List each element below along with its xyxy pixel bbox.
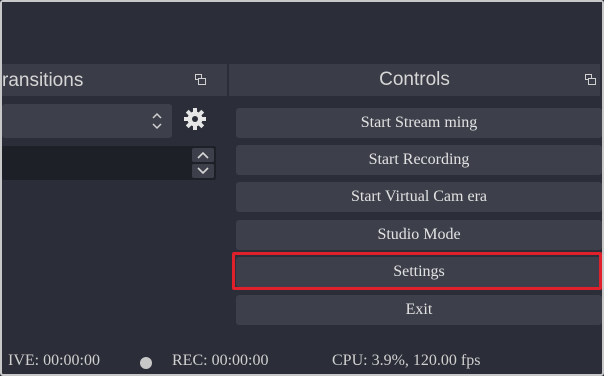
- start-recording-button[interactable]: Start Recording: [236, 145, 602, 175]
- settings-button[interactable]: Settings: [236, 257, 602, 287]
- rec-status: REC: 00:00:00: [172, 352, 269, 369]
- chevron-down-icon[interactable]: [192, 164, 214, 178]
- transitions-panel-title: ransitions: [2, 70, 84, 91]
- duration-stepper: [190, 147, 216, 179]
- undock-icon[interactable]: [195, 74, 206, 85]
- duration-field[interactable]: [2, 146, 216, 180]
- top-area: [2, 2, 602, 62]
- transition-settings-button[interactable]: [178, 104, 212, 138]
- spin-arrows-icon: [150, 110, 164, 132]
- live-status: IVE: 00:00:00: [8, 352, 100, 369]
- studio-mode-button[interactable]: Studio Mode: [236, 220, 602, 250]
- record-indicator-icon: [140, 357, 152, 369]
- transition-select[interactable]: [2, 104, 172, 138]
- gear-icon: [183, 107, 207, 136]
- undock-icon[interactable]: [585, 74, 596, 85]
- cpu-status: CPU: 3.9%, 120.00 fps: [332, 352, 481, 369]
- start-virtual-camera-button[interactable]: Start Virtual Cam era: [236, 182, 602, 212]
- status-bar: IVE: 00:00:00 REC: 00:00:00 CPU: 3.9%, 1…: [2, 346, 602, 374]
- controls-panel-header: Controls: [229, 64, 600, 96]
- transitions-panel-header: ransitions: [2, 64, 227, 96]
- controls-panel-title: Controls: [379, 69, 450, 90]
- start-streaming-button[interactable]: Start Stream ming: [236, 108, 602, 138]
- chevron-up-icon[interactable]: [192, 148, 214, 162]
- exit-button[interactable]: Exit: [236, 295, 602, 325]
